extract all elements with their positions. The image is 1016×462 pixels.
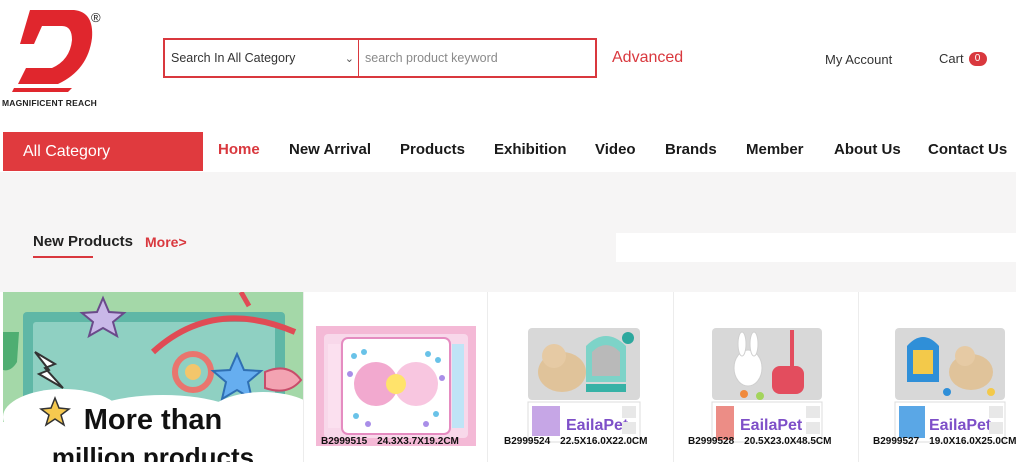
search-input[interactable]	[359, 40, 595, 76]
nav-item-brands[interactable]: Brands	[665, 141, 717, 158]
banner-headline-line1: More than	[83, 404, 223, 436]
product-caption: B2999528 20.5X23.0X48.5CM	[688, 436, 831, 447]
all-category-label: All Category	[23, 142, 111, 160]
product-caption: B2999515 24.3X3.7X19.2CM	[321, 436, 459, 447]
nav-item-new-arrival[interactable]: New Arrival	[289, 141, 371, 158]
more-link[interactable]: More>	[145, 234, 187, 250]
advanced-search-link[interactable]: Advanced	[612, 49, 683, 67]
my-account-link[interactable]: My Account	[825, 52, 892, 67]
nav-item-exhibition[interactable]: Exhibition	[494, 141, 567, 158]
svg-text:EailaPet: EailaPet	[566, 417, 629, 434]
nav-item-member[interactable]: Member	[746, 141, 804, 158]
section-title: New Products	[33, 233, 134, 250]
product-caption: B2999524 22.5X16.0X22.0CM	[504, 436, 647, 447]
category-select-value: Search In All Category	[171, 51, 296, 65]
product-image: EailaPet	[894, 328, 1006, 443]
nav-item-home[interactable]: Home	[218, 141, 260, 158]
logo-brand-text: MAGNIFICENT REACH	[2, 98, 98, 108]
product-size: 22.5X16.0X22.0CM	[560, 436, 648, 447]
product-image: EailaPet	[711, 328, 823, 443]
nav-item-video[interactable]: Video	[595, 141, 636, 158]
product-code: B2999524	[504, 436, 551, 447]
product-size: 24.3X3.7X19.2CM	[377, 436, 459, 447]
all-category-button[interactable]: All Category	[3, 132, 203, 171]
product-code: B2999527	[873, 436, 920, 447]
section-strip	[616, 233, 1016, 262]
cart-link[interactable]: Cart 0	[939, 51, 987, 66]
site-logo[interactable]: ® MAGNIFICENT REACH	[2, 6, 112, 110]
product-code: B2999528	[688, 436, 735, 447]
search-bar: Search In All Category ⌄	[163, 38, 597, 78]
category-select[interactable]: Search In All Category ⌄	[165, 40, 359, 76]
svg-text:EailaPet: EailaPet	[929, 417, 992, 434]
banner-headline-line2: million products	[51, 442, 255, 462]
content-background	[0, 172, 1016, 292]
product-caption: B2999527 19.0X16.0X25.0CM	[873, 436, 1016, 447]
svg-text:EailaPet: EailaPet	[740, 417, 803, 434]
cart-count-badge: 0	[968, 51, 987, 66]
nav-item-about-us[interactable]: About Us	[834, 141, 901, 158]
logo-mark-icon	[12, 10, 93, 92]
product-image: EailaPet	[527, 328, 641, 443]
page: ® MAGNIFICENT REACH Search In All Catego…	[0, 0, 1016, 462]
product-image	[316, 326, 476, 446]
nav-item-products[interactable]: Products	[400, 141, 465, 158]
section-underline	[33, 256, 93, 258]
product-size: 19.0X16.0X25.0CM	[929, 436, 1016, 447]
product-size: 20.5X23.0X48.5CM	[744, 436, 832, 447]
nav-item-contact-us[interactable]: Contact Us	[928, 141, 1007, 158]
cart-label: Cart	[939, 51, 964, 66]
registered-mark: ®	[91, 10, 101, 25]
chevron-down-icon: ⌄	[344, 52, 354, 65]
product-code: B2999515	[321, 436, 368, 447]
